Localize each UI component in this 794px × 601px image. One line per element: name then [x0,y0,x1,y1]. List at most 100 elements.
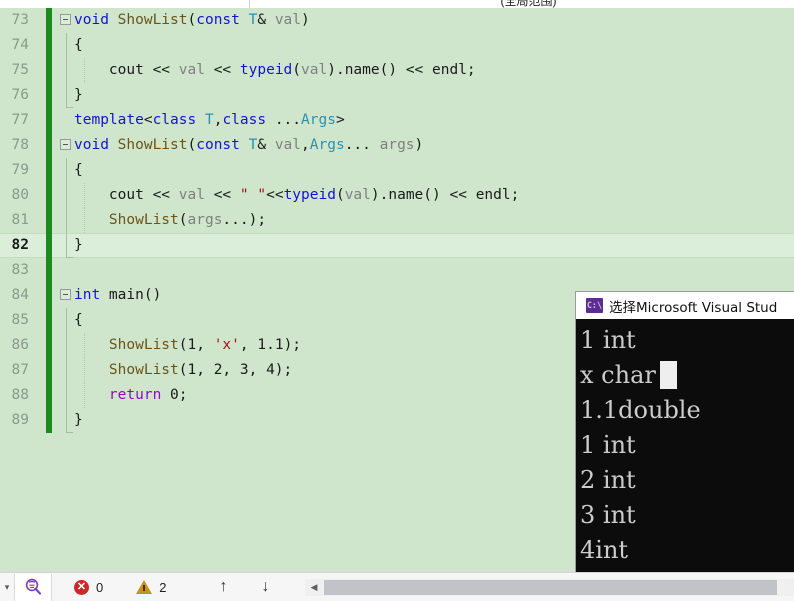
code-text: void ShowList(const T& val) [74,8,310,33]
console-output-line: 4int [580,536,629,564]
change-indicator-bar [46,8,52,33]
console-output-line: 1.1double [580,396,701,424]
line-number: 83 [11,262,29,278]
previous-item-arrow-icon[interactable]: ↑ [211,578,235,596]
code-line[interactable]: 82} [0,233,794,258]
code-text: cout << val << " "<<typeid(val).name() <… [74,183,519,208]
horizontal-scrollbar[interactable]: ◀ [305,578,794,596]
code-token: ( [335,187,345,203]
code-token: > [335,112,345,128]
warning-count-item[interactable]: 2 [136,580,166,595]
outline-guide-line [66,158,67,183]
outline-guide-line [66,408,73,433]
code-token: } [74,87,83,103]
outline-guide-line [66,183,67,208]
code-token: T [204,112,214,128]
code-token: val [178,62,214,78]
chevron-down-icon[interactable]: ▾ [0,574,14,600]
change-indicator-bar [46,208,52,233]
code-text: ShowList(1, 2, 3, 4); [74,358,292,383]
code-line[interactable]: 73 void ShowList(const T& val) [0,8,794,33]
code-line[interactable]: 78 void ShowList(const T& val,Args... arg… [0,133,794,158]
console-title-text: 选择Microsoft Visual Stud [609,299,778,316]
code-token: 0; [170,387,188,403]
code-token: ShowList [117,12,188,28]
code-token: template [74,112,144,128]
global-scope-dropdown[interactable]: (全局范围) [250,0,794,8]
code-token: ( [187,137,197,153]
scrollbar-thumb[interactable] [324,579,778,595]
scroll-left-arrow-icon[interactable]: ◀ [305,578,323,596]
code-token: 1.1); [257,337,302,353]
error-circle-icon: ✕ [74,579,89,595]
line-number: 77 [11,112,29,128]
code-token: ( [178,362,188,378]
code-token: endl; [475,187,520,203]
console-window[interactable]: C:\ 选择Microsoft Visual Stud 1 int x char 1… [575,291,794,601]
code-token: Args [309,137,345,153]
next-item-arrow-icon[interactable]: ↓ [253,578,277,596]
code-token: << [213,187,240,203]
code-token: ShowList [74,362,179,378]
code-line[interactable]: 76} [0,83,794,108]
collapse-toggle-icon[interactable] [60,289,71,300]
change-indicator-bar [46,83,52,108]
error-count-item[interactable]: ✕ 0 [74,579,103,595]
code-token: typeid [283,187,336,203]
code-token: args [379,137,415,153]
member-scope-dropdown[interactable] [0,0,250,8]
warning-count-label: 2 [159,579,167,595]
code-token: void [74,12,118,28]
line-number: 89 [11,412,29,428]
code-text: } [74,233,83,258]
outline-guide-line [66,358,67,383]
change-indicator-bar [46,58,52,83]
code-token: class [222,112,275,128]
scrollbar-track[interactable] [322,578,794,596]
code-line[interactable]: 79 { [0,158,794,183]
code-token: " " [239,187,267,203]
code-token: ( [178,337,188,353]
code-token: val [178,187,214,203]
global-scope-label: (全局范围) [500,0,557,8]
code-line[interactable]: 83 [0,258,794,283]
code-token: ) [301,12,310,28]
collapse-toggle-icon[interactable] [60,14,71,25]
code-token: < [143,112,153,128]
code-token: << [449,187,476,203]
line-number: 88 [11,387,29,403]
code-line[interactable]: 81 ShowList(args...); [0,208,794,233]
line-number: 82 [11,237,29,253]
outline-guide-line [66,208,67,233]
code-token: << [405,62,433,78]
code-text: void ShowList(const T& val,Args... args) [74,133,423,158]
code-text: } [74,408,83,433]
code-text: ShowList(args...); [74,208,266,233]
code-text: cout << val << typeid(val).name() << end… [74,58,476,83]
code-token: ... [344,137,380,153]
code-token: ShowList [74,212,179,228]
code-token: const [196,137,249,153]
code-token: { [74,312,83,328]
code-token: val [344,187,371,203]
code-token: args [187,212,223,228]
code-token: } [74,412,83,428]
change-indicator-bar [46,258,52,283]
change-indicator-bar [46,308,52,333]
code-token: & [257,137,275,153]
code-line[interactable]: 80 cout << val << " "<<typeid(val).name(… [0,183,794,208]
line-number: 74 [11,37,29,53]
line-number: 75 [11,62,29,78]
console-title-bar[interactable]: C:\ 选择Microsoft Visual Stud [576,292,794,319]
change-indicator-bar [46,283,52,308]
code-token: ).name() [370,187,450,203]
code-token: cout [74,62,153,78]
line-number: 79 [11,162,29,178]
code-line[interactable]: 74 { [0,33,794,58]
line-number: 84 [11,287,29,303]
collapse-toggle-icon[interactable] [60,139,71,150]
intellicode-icon[interactable] [14,573,52,601]
code-line[interactable]: 77 template<class T,class ...Args> [0,108,794,133]
change-indicator-bar [46,133,52,158]
code-line[interactable]: 75 cout << val << typeid(val).name() << … [0,58,794,83]
